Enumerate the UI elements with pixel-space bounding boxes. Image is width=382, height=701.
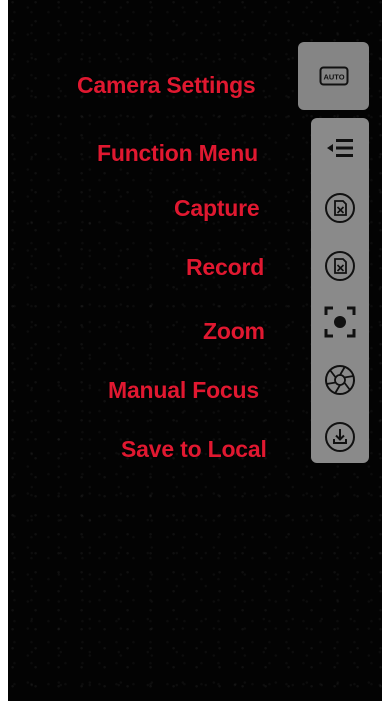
download-icon bbox=[325, 422, 355, 452]
camera-settings-button[interactable]: AUTO bbox=[298, 42, 369, 110]
save-to-local-button[interactable] bbox=[311, 418, 369, 456]
capture-button[interactable] bbox=[311, 189, 369, 227]
save-to-local-label: Save to Local bbox=[121, 436, 267, 462]
auto-mode-icon: AUTO bbox=[319, 66, 348, 86]
function-menu-label: Function Menu bbox=[97, 140, 258, 166]
record-label: Record bbox=[186, 254, 265, 280]
capture-icon bbox=[325, 193, 355, 223]
side-toolbar bbox=[311, 118, 369, 463]
manual-focus-label: Manual Focus bbox=[108, 377, 259, 403]
zoom-button[interactable] bbox=[311, 302, 369, 342]
camera-screen: Camera Settings Function Menu Capture Re… bbox=[0, 0, 382, 701]
camera-settings-label: Camera Settings bbox=[77, 72, 256, 98]
zoom-icon bbox=[324, 306, 356, 338]
aperture-icon bbox=[325, 365, 355, 395]
manual-focus-button[interactable] bbox=[311, 360, 369, 400]
camera-mode-badge: AUTO bbox=[323, 73, 344, 82]
record-button[interactable] bbox=[311, 247, 369, 285]
function-menu-button[interactable] bbox=[311, 130, 369, 166]
capture-label: Capture bbox=[174, 195, 260, 221]
zoom-label: Zoom bbox=[203, 318, 265, 344]
menu-icon bbox=[327, 139, 353, 157]
record-icon bbox=[325, 251, 355, 281]
